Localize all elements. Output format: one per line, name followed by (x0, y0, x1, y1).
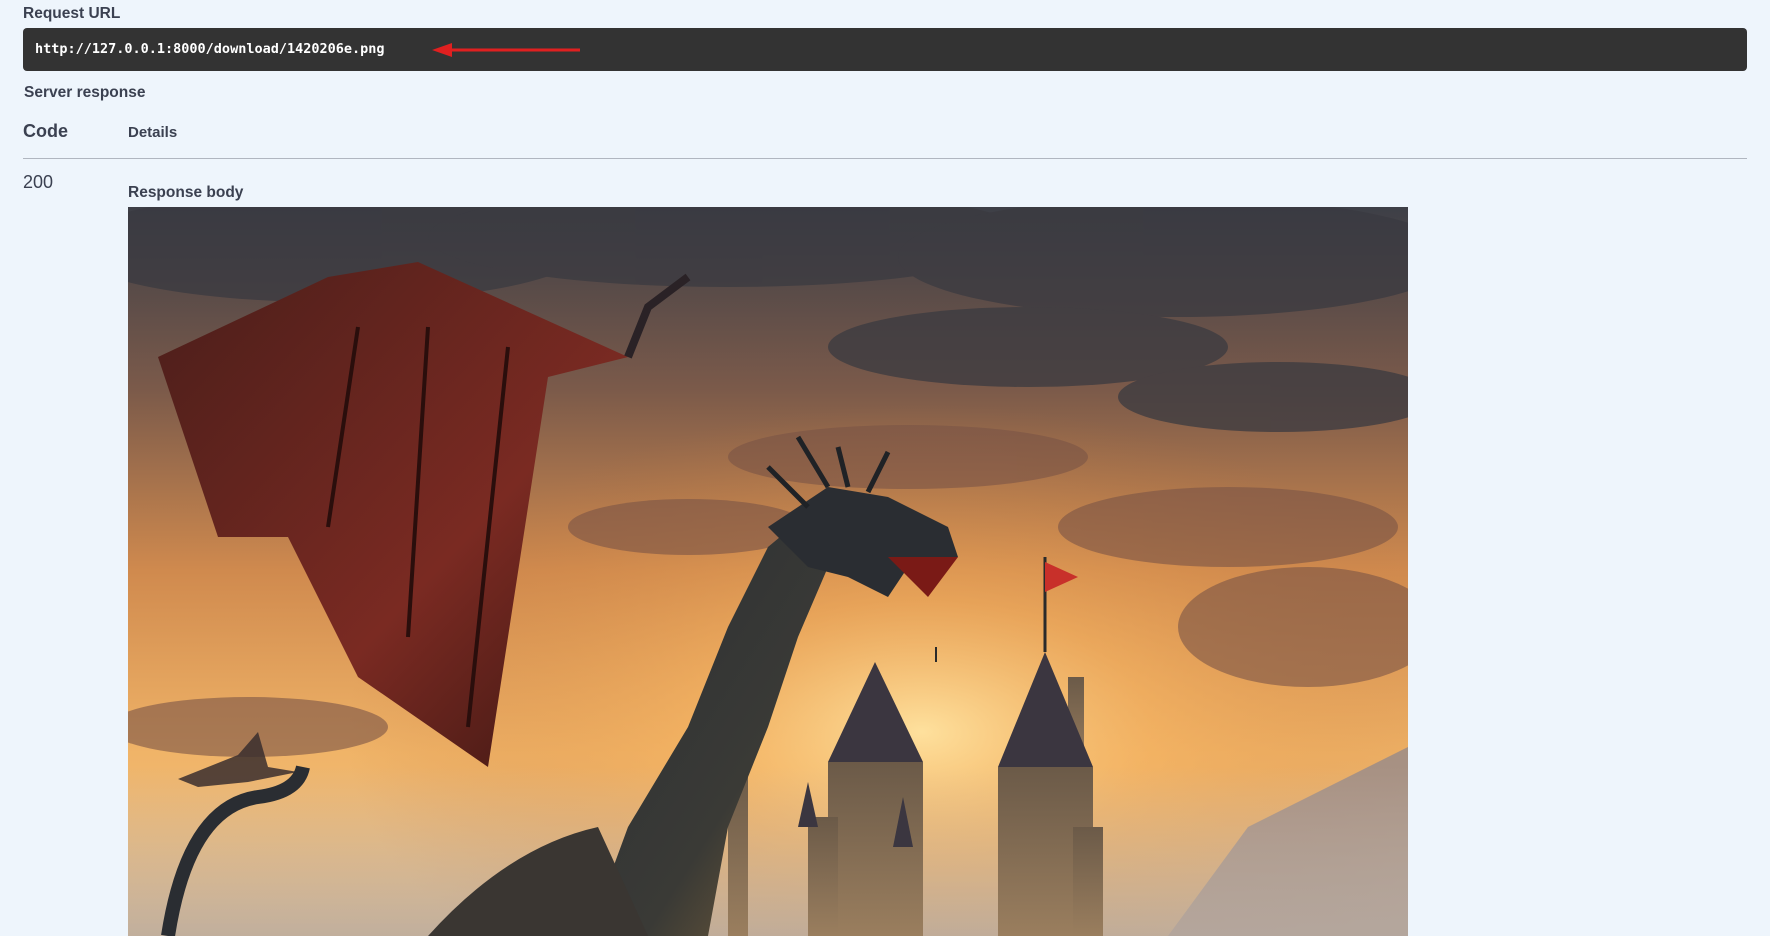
response-status-code: 200 (23, 172, 54, 192)
request-url-label: Request URL (23, 5, 121, 22)
red-arrow-left-icon (432, 43, 580, 57)
server-response-label: Server response (24, 84, 146, 101)
column-header-code: Code (23, 121, 68, 141)
header-divider (23, 158, 1747, 159)
column-header-details: Details (128, 124, 178, 141)
swagger-response-panel: Request URL http://127.0.0.1:8000/downlo… (0, 0, 1770, 936)
response-body-label: Response body (128, 184, 244, 201)
request-url-text[interactable]: http://127.0.0.1:8000/download/1420206e.… (35, 41, 385, 57)
request-url-box[interactable]: http://127.0.0.1:8000/download/1420206e.… (23, 28, 1747, 71)
response-body-image (128, 207, 1408, 936)
dragon-castle-image (128, 207, 1408, 936)
